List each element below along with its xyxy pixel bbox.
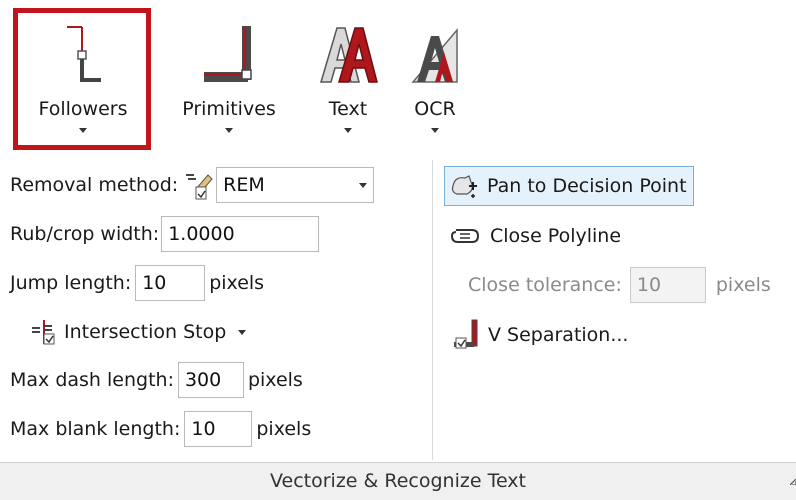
max-dash-unit: pixels bbox=[247, 369, 303, 391]
primitives-button[interactable]: Primitives bbox=[170, 10, 288, 138]
max-blank-row: Max blank length: 10 pixels bbox=[10, 411, 311, 447]
pan-icon bbox=[451, 175, 477, 198]
intersection-stop-button[interactable]: Intersection Stop bbox=[30, 318, 247, 346]
v-separation-icon bbox=[454, 319, 478, 349]
intersection-stop-label: Intersection Stop bbox=[64, 321, 227, 343]
pan-label: Pan to Decision Point bbox=[487, 175, 687, 197]
close-polyline-label: Close Polyline bbox=[490, 225, 622, 247]
eraser-icon bbox=[186, 174, 213, 200]
removal-method-row: Removal method: REM bbox=[10, 167, 375, 203]
close-polyline-icon bbox=[450, 229, 480, 243]
primitives-label: Primitives bbox=[182, 98, 276, 120]
intersection-stop-icon bbox=[32, 320, 55, 345]
v-separation-label: V Separation... bbox=[488, 324, 629, 346]
removal-method-label: Removal method: bbox=[10, 174, 179, 196]
jump-length-unit: pixels bbox=[209, 272, 265, 294]
ocr-icon bbox=[411, 27, 458, 83]
chevron-down-icon bbox=[225, 128, 233, 133]
ocr-label: OCR bbox=[414, 98, 456, 120]
max-blank-label: Max blank length: bbox=[10, 418, 181, 440]
max-blank-input[interactable]: 10 bbox=[184, 411, 253, 447]
jump-length-input[interactable]: 10 bbox=[135, 265, 206, 301]
close-tolerance-label: Close tolerance: bbox=[468, 274, 622, 296]
text-button[interactable]: Text bbox=[306, 10, 390, 138]
primitives-icon bbox=[204, 26, 252, 82]
chevron-down-icon bbox=[238, 329, 247, 335]
group-title: Vectorize & Recognize Text bbox=[270, 470, 526, 492]
text-label: Text bbox=[328, 98, 368, 120]
close-tolerance-row: Close tolerance: 10 pixels bbox=[468, 267, 771, 303]
close-polyline-button[interactable]: Close Polyline bbox=[450, 224, 621, 248]
max-dash-label: Max dash length: bbox=[10, 369, 174, 391]
pan-to-decision-point-button[interactable]: Pan to Decision Point bbox=[444, 166, 694, 206]
followers-highlight-box bbox=[13, 8, 151, 150]
ribbon-panel: Followers Primitives Text OCR Removal me… bbox=[0, 0, 796, 500]
close-tolerance-input[interactable]: 10 bbox=[629, 267, 706, 303]
jump-length-value: 10 bbox=[142, 272, 167, 294]
max-dash-input[interactable]: 300 bbox=[177, 362, 244, 398]
removal-method-select[interactable]: REM bbox=[216, 167, 375, 203]
jump-length-label: Jump length: bbox=[10, 272, 132, 294]
max-dash-value: 300 bbox=[184, 369, 222, 391]
close-tolerance-unit: pixels bbox=[715, 274, 771, 296]
rub-crop-value: 1.0000 bbox=[168, 223, 235, 245]
chevron-down-icon bbox=[431, 128, 439, 133]
removal-method-value: REM bbox=[223, 174, 265, 196]
text-icon bbox=[319, 27, 378, 83]
jump-length-row: Jump length: 10 pixels bbox=[10, 265, 264, 301]
rub-crop-row: Rub/crop width: 1.0000 bbox=[10, 216, 320, 252]
rub-crop-input[interactable]: 1.0000 bbox=[161, 216, 320, 252]
group-footer: Vectorize & Recognize Text bbox=[0, 462, 796, 500]
max-dash-row: Max dash length: 300 pixels bbox=[10, 362, 303, 398]
dialog-launcher-icon[interactable] bbox=[790, 477, 796, 485]
rub-crop-label: Rub/crop width: bbox=[10, 223, 160, 245]
column-divider bbox=[432, 160, 433, 460]
close-tolerance-value: 10 bbox=[636, 274, 662, 296]
ocr-button[interactable]: OCR bbox=[398, 10, 472, 138]
v-separation-button[interactable]: V Separation... bbox=[452, 318, 628, 352]
chevron-down-icon bbox=[344, 128, 352, 133]
max-blank-unit: pixels bbox=[256, 418, 312, 440]
max-blank-value: 10 bbox=[191, 418, 216, 440]
chevron-down-icon bbox=[359, 182, 368, 188]
